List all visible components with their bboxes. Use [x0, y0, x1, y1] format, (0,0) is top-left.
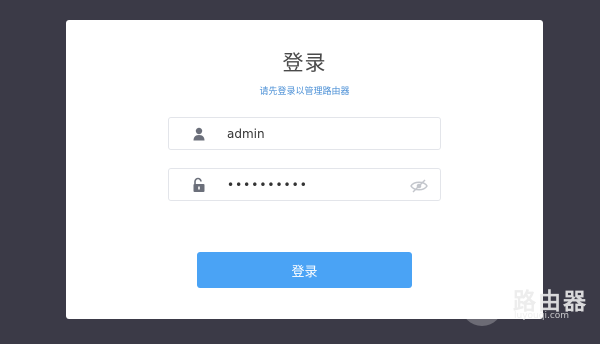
- eye-off-icon[interactable]: [410, 178, 428, 193]
- page-subtitle: 请先登录以管理路由器: [259, 87, 350, 97]
- login-button[interactable]: 登录: [197, 252, 412, 288]
- password-field[interactable]: [168, 168, 441, 201]
- username-input[interactable]: [227, 118, 397, 149]
- user-icon: [191, 126, 207, 142]
- unlock-icon: [191, 177, 207, 193]
- page-title: 登录: [282, 51, 327, 75]
- username-field[interactable]: [168, 117, 441, 150]
- password-input[interactable]: [227, 169, 397, 200]
- router-logo-icon: [459, 282, 505, 328]
- watermark-url: luyouqi.com: [514, 311, 570, 321]
- login-card: 登录 请先登录以管理路由器 登录: [66, 20, 543, 319]
- watermark: 路由器 luyouqi.com: [459, 282, 595, 328]
